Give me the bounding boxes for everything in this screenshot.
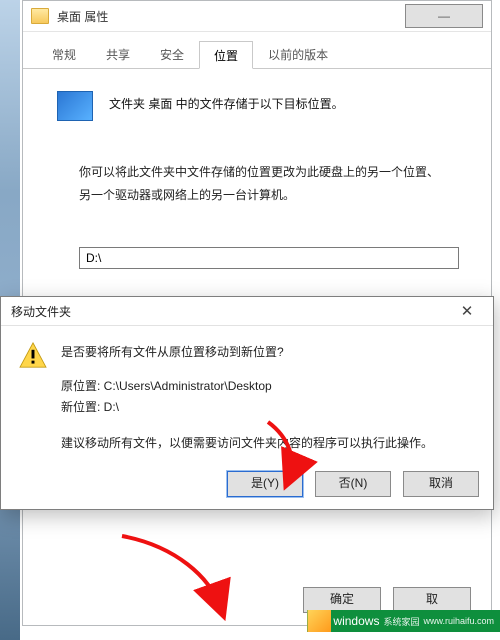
dialog-button-row: 是(Y) 否(N) 取消: [215, 471, 479, 497]
window-title: 桌面 属性: [57, 8, 393, 25]
desktop-folder-icon: [57, 91, 93, 121]
watermark-sub: 系统家园: [383, 615, 419, 628]
path-input[interactable]: [79, 247, 459, 269]
tab-location[interactable]: 位置: [199, 41, 253, 69]
tab-strip: 常规 共享 安全 位置 以前的版本: [23, 32, 491, 69]
dialog-question: 是否要将所有文件从原位置移动到新位置?: [61, 342, 475, 362]
dialog-old-path: 原位置: C:\Users\Administrator\Desktop: [61, 376, 475, 396]
folder-icon: [31, 8, 49, 24]
dialog-suggestion: 建议移动所有文件，以便需要访问文件夹内容的程序可以执行此操作。: [61, 433, 475, 453]
tab-sharing[interactable]: 共享: [91, 40, 145, 68]
close-icon: ✕: [461, 303, 474, 320]
watermark-flag-icon: [307, 610, 331, 632]
minimize-button[interactable]: —: [405, 4, 483, 28]
location-header-text: 文件夹 桌面 中的文件存储于以下目标位置。: [109, 91, 344, 112]
tab-location-body: 文件夹 桌面 中的文件存储于以下目标位置。 你可以将此文件夹中文件存储的位置更改…: [23, 69, 491, 287]
dialog-close-button[interactable]: ✕: [451, 302, 483, 320]
no-button[interactable]: 否(N): [315, 471, 391, 497]
move-folder-dialog: 移动文件夹 ✕ 是否要将所有文件从原位置移动到新位置? 原位置: C:\User…: [0, 296, 494, 510]
titlebar: 桌面 属性 —: [23, 1, 491, 32]
new-path-label: 新位置:: [61, 400, 104, 414]
old-path-label: 原位置:: [61, 379, 104, 393]
tab-previous-versions[interactable]: 以前的版本: [253, 40, 343, 68]
old-path-value: C:\Users\Administrator\Desktop: [104, 379, 272, 393]
tab-security[interactable]: 安全: [145, 40, 199, 68]
dialog-cancel-button[interactable]: 取消: [403, 471, 479, 497]
dialog-message: 是否要将所有文件从原位置移动到新位置? 原位置: C:\Users\Admini…: [61, 342, 475, 454]
watermark-domain: www.ruihaifu.com: [423, 616, 494, 626]
warning-icon: [19, 342, 47, 368]
dialog-titlebar: 移动文件夹 ✕: [1, 297, 493, 326]
watermark-brand: windows: [333, 614, 379, 628]
watermark: windows 系统家园 www.ruihaifu.com: [307, 610, 500, 632]
location-header-row: 文件夹 桌面 中的文件存储于以下目标位置。: [57, 91, 457, 121]
location-description: 你可以将此文件夹中文件存储的位置更改为此硬盘上的另一个位置、另一个驱动器或网络上…: [79, 161, 457, 207]
new-path-value: D:\: [104, 400, 119, 414]
tab-general[interactable]: 常规: [37, 40, 91, 68]
dialog-body: 是否要将所有文件从原位置移动到新位置? 原位置: C:\Users\Admini…: [1, 326, 493, 454]
dialog-new-path: 新位置: D:\: [61, 397, 475, 417]
yes-button[interactable]: 是(Y): [227, 471, 303, 497]
dialog-title: 移动文件夹: [11, 303, 451, 320]
